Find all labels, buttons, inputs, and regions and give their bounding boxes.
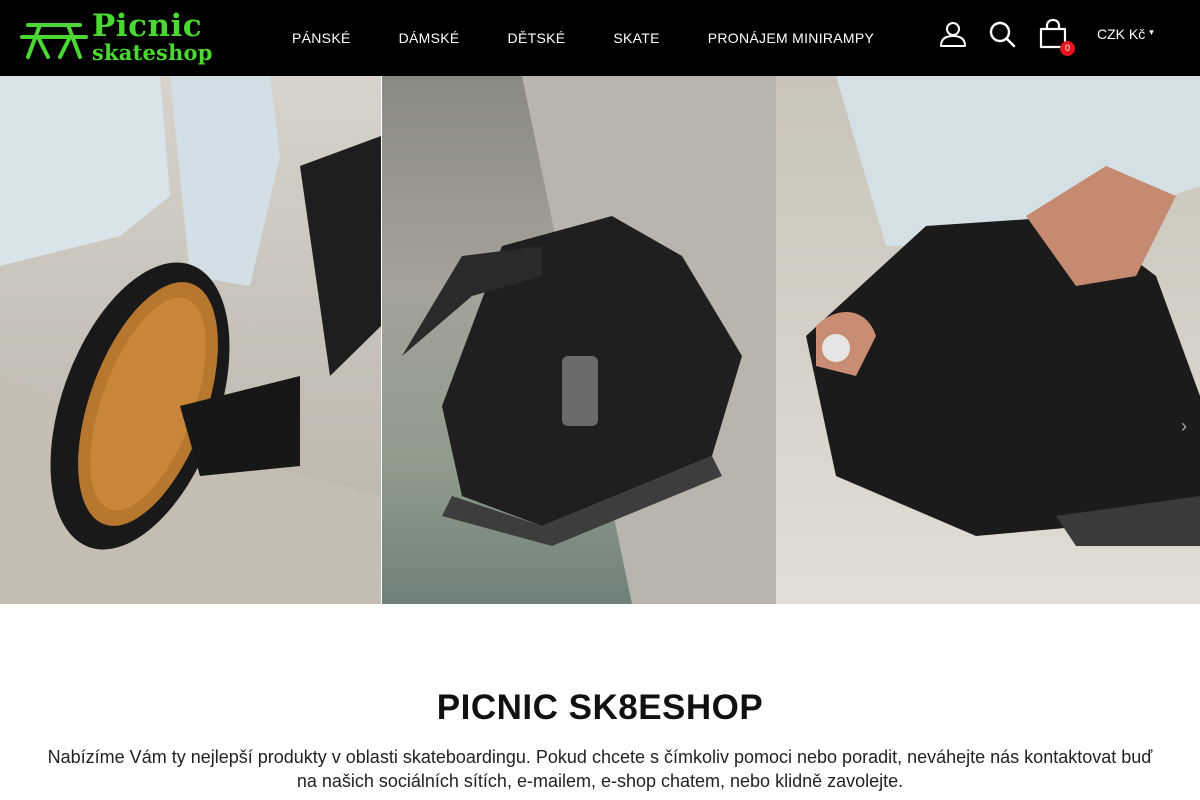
user-icon [940,22,966,47]
picnic-table-icon [20,23,88,59]
search-icon [989,21,1016,48]
hero-image-lacing [776,76,1200,604]
hero-image-shoe-wall [382,76,776,604]
chevron-right-icon[interactable]: › [1172,414,1196,438]
logo-text-skateshop: skateshop [92,40,213,65]
main-nav: PÁNSKÉ DÁMSKÉ DĚTSKÉ SKATE PRONÁJEM MINI… [268,0,898,76]
hero-banner[interactable]: › [0,76,1200,604]
account-button[interactable] [935,16,971,52]
site-logo[interactable]: Picnic skateshop [18,8,224,67]
nav-item-skate[interactable]: SKATE [589,0,683,76]
cart-count-badge: 0 [1060,41,1075,56]
currency-selector[interactable]: CZK Kč ▾ [1097,26,1154,42]
intro-paragraph: Nabízíme Vám ty nejlepší produkty v obla… [47,747,1153,791]
nav-item-pronajem-minirampy[interactable]: PRONÁJEM MINIRAMPY [684,0,898,76]
currency-label: CZK Kč [1097,26,1146,42]
nav-item-panske[interactable]: PÁNSKÉ [268,0,375,76]
hero-image-sole [0,76,381,604]
logo-text-picnic: Picnic [92,8,203,44]
chevron-down-icon: ▾ [1149,27,1154,37]
page-title: PICNIC SK8ESHOP [436,688,764,727]
nav-item-detske[interactable]: DĚTSKÉ [484,0,590,76]
site-header: Picnic skateshop PÁNSKÉ DÁMSKÉ DĚTSKÉ SK… [0,0,1200,76]
search-button[interactable] [984,16,1020,52]
nav-item-damske[interactable]: DÁMSKÉ [375,0,484,76]
